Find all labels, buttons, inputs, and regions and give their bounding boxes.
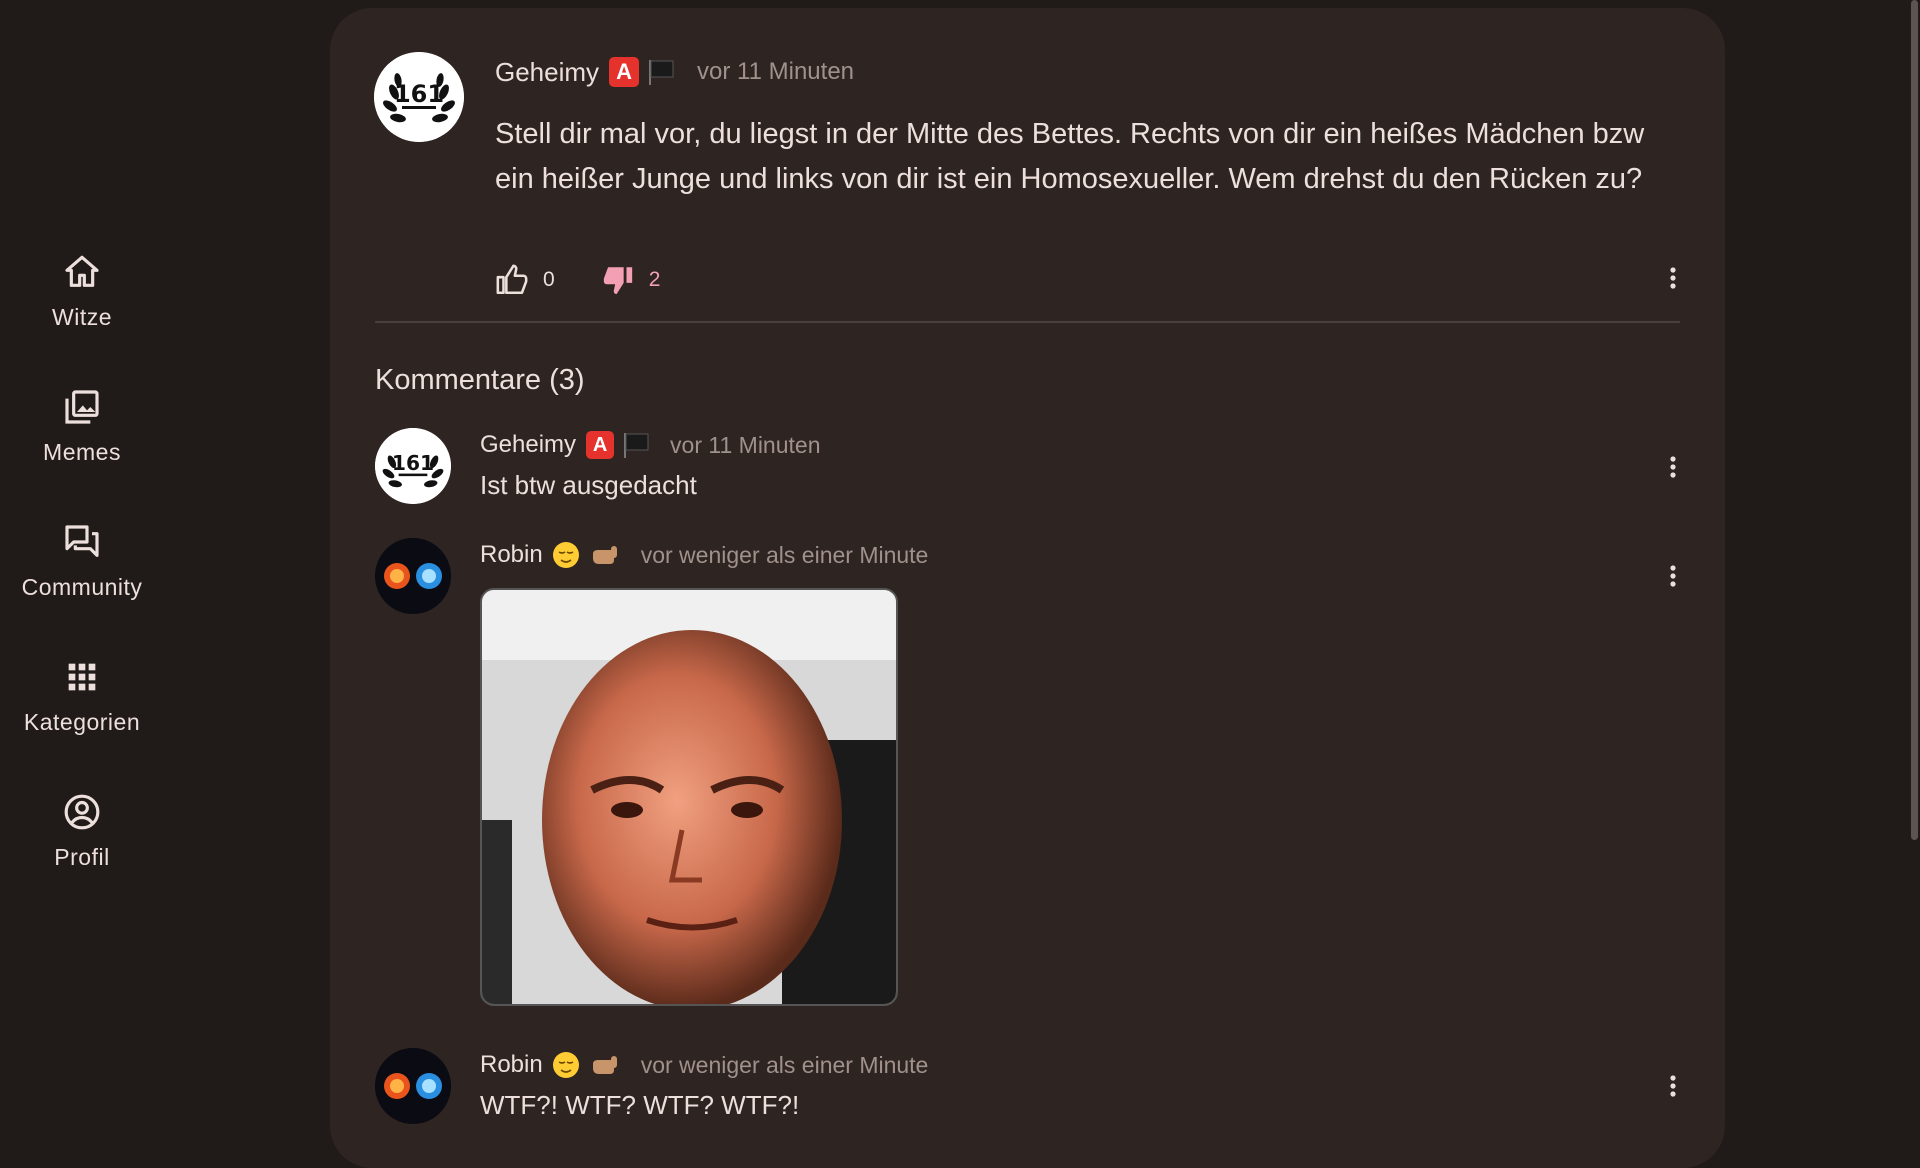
nav-label-community: Community [21, 574, 143, 600]
divider [375, 321, 1680, 323]
relieved-face-icon [552, 542, 579, 568]
comment-timestamp: vor weniger als einer Minute [640, 1051, 929, 1078]
call-me-hand-icon [592, 546, 617, 564]
laurel-logo-icon: 161 [374, 52, 464, 142]
comment-header: Robin vor weniger als einer Minute [480, 1048, 928, 1082]
comment-timestamp: vor 11 Minuten [670, 431, 821, 458]
post-header: Geheimy A vor 11 Minuten [495, 52, 854, 92]
comment-author[interactable]: Robin [480, 1051, 543, 1079]
grid-icon [68, 663, 96, 691]
comment-author[interactable]: Robin [480, 541, 543, 569]
comments-title: Kommentare (3) [375, 364, 585, 396]
black-flag-icon [649, 60, 674, 85]
fire-ice-avatar-icon [375, 1048, 451, 1124]
nav-label-memes: Memes [43, 439, 121, 465]
relieved-face-icon [552, 1052, 579, 1078]
meme-gif-image [482, 590, 896, 1004]
scrollbar-thumb[interactable] [1911, 0, 1918, 840]
thumb-down-icon[interactable] [601, 263, 635, 297]
nav-item-community[interactable]: Community [0, 522, 164, 601]
comment-author[interactable]: Geheimy [480, 431, 576, 459]
avatar[interactable] [375, 1048, 451, 1124]
comment-text: WTF?! WTF? WTF? WTF?! [480, 1090, 800, 1120]
call-me-hand-icon [592, 1056, 617, 1074]
home-icon [65, 255, 99, 287]
comment-header: Robin vor weniger als einer Minute [480, 538, 928, 572]
scrollbar[interactable] [1908, 0, 1920, 1134]
comment-timestamp: vor weniger als einer Minute [640, 541, 929, 568]
fire-ice-avatar-icon [375, 538, 451, 614]
nav-item-memes[interactable]: Memes [0, 387, 164, 466]
more-vert-icon[interactable] [1658, 1071, 1688, 1101]
avatar[interactable] [375, 538, 451, 614]
post-timestamp: vor 11 Minuten [697, 58, 855, 85]
badge-a-icon: A [609, 57, 640, 87]
forum-icon [65, 525, 99, 557]
svg-text:161: 161 [394, 80, 444, 108]
more-vert-icon[interactable] [1658, 561, 1688, 591]
like-count: 0 [543, 268, 555, 291]
post-author[interactable]: Geheimy [495, 57, 599, 88]
svg-text:161: 161 [392, 451, 434, 475]
account-circle-icon [64, 794, 100, 830]
more-vert-icon[interactable] [1658, 263, 1688, 293]
badge-a-icon: A [586, 431, 615, 459]
sidebar-nav: Witze Memes Community Kategorien Profil [0, 0, 164, 1134]
dislike-count: 2 [648, 268, 661, 291]
nav-item-profil[interactable]: Profil [0, 792, 164, 871]
avatar[interactable]: 161 [375, 428, 451, 504]
vote-row: 0 2 [495, 260, 660, 300]
post-card: 161 Geheimy A vor 11 Minuten Stell dir m… [330, 8, 1725, 1168]
avatar[interactable]: 161 [374, 52, 464, 142]
comment-text: Ist btw ausgedacht [480, 470, 697, 500]
black-flag-icon [624, 433, 649, 458]
nav-label-witze: Witze [52, 304, 112, 330]
comment-header: Geheimy A vor 11 Minuten [480, 428, 820, 462]
more-vert-icon[interactable] [1658, 452, 1688, 482]
nav-item-kategorien[interactable]: Kategorien [0, 657, 164, 736]
nav-item-witze[interactable]: Witze [0, 252, 164, 331]
thumb-up-icon[interactable] [495, 263, 529, 297]
image-library-icon [65, 390, 99, 424]
meme-image[interactable] [480, 588, 898, 1006]
nav-label-kategorien: Kategorien [23, 709, 141, 735]
laurel-logo-icon: 161 [375, 428, 451, 504]
nav-label-profil: Profil [54, 844, 110, 870]
post-text: Stell dir mal vor, du liegst in der Mitt… [495, 118, 1645, 195]
